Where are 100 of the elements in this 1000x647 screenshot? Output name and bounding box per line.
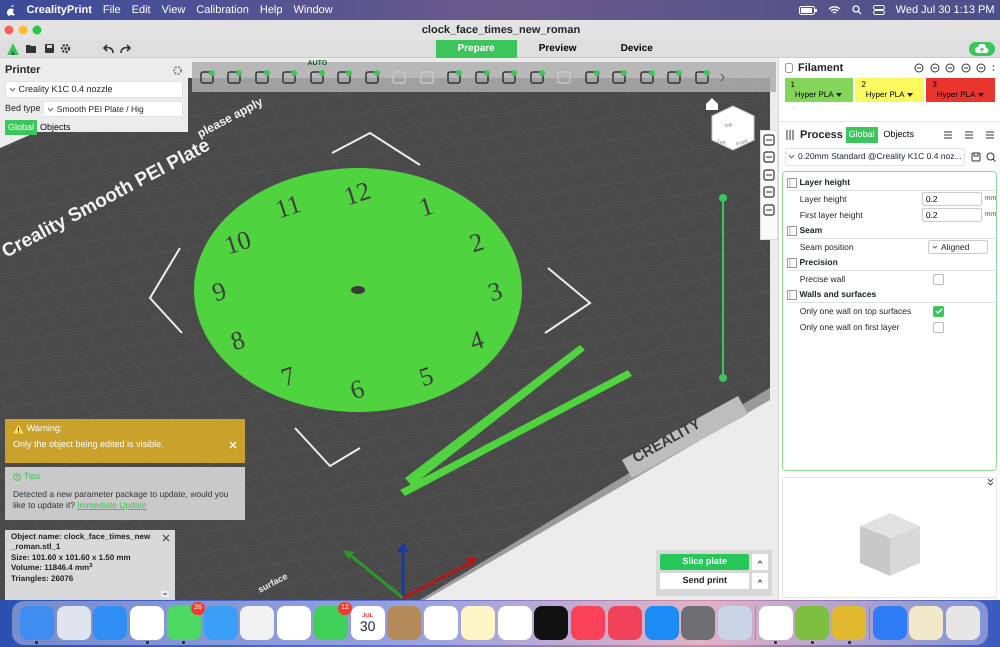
menubar-clock[interactable]: Wed Jul 30 1:13 PM <box>896 2 994 18</box>
chevron-down-icon <box>8 87 16 92</box>
clock-number: 10 <box>220 224 255 260</box>
clock-number: 8 <box>227 324 248 356</box>
chevron-right-icon[interactable] <box>720 72 726 82</box>
clock-number: 3 <box>484 276 506 308</box>
section-icon <box>786 226 797 236</box>
clock-number: 11 <box>272 189 305 224</box>
clock-number: 7 <box>278 360 299 392</box>
menu-item[interactable]: File <box>102 2 121 18</box>
close-icon[interactable] <box>162 534 170 542</box>
number-field[interactable]: 0.2 <box>922 192 982 206</box>
menu-item[interactable]: View <box>162 2 186 18</box>
calendar-day: 30 <box>360 619 376 633</box>
option-label: Only one wall on first layer <box>800 320 900 334</box>
clock-number: 9 <box>208 276 230 308</box>
filament-slot[interactable]: 3 Hyper PLA <box>926 78 995 102</box>
apple-logo-icon[interactable] <box>6 4 16 16</box>
caret-up-icon <box>757 578 764 583</box>
chevron-down-icon <box>47 106 54 112</box>
panel-title: Filament <box>798 60 844 76</box>
chevron-down-icon <box>788 154 796 159</box>
corner-bracket <box>544 267 592 334</box>
section-title: Layer height <box>800 176 850 189</box>
warning-message: Only the object being edited is visible. <box>13 438 164 452</box>
save-icon[interactable] <box>44 43 54 54</box>
scope-tab[interactable]: Objects <box>37 120 74 136</box>
redo-icon[interactable] <box>120 44 132 54</box>
view-cube-drawing[interactable] <box>712 105 754 151</box>
caret-up-icon <box>757 560 764 564</box>
menu-item[interactable]: Calibration <box>196 2 249 18</box>
section-title: Walls and surfaces <box>800 288 876 301</box>
filament-icon <box>784 63 792 73</box>
checkmark-icon <box>934 308 943 314</box>
undo-icon[interactable] <box>102 44 114 54</box>
minimize-icon[interactable] <box>161 591 169 597</box>
menu-item[interactable]: Help <box>260 2 282 18</box>
menu-item[interactable]: Window <box>294 2 333 18</box>
action-button[interactable]: Send print <box>660 572 750 589</box>
clock-number: 1 <box>416 190 437 222</box>
folder-icon[interactable] <box>25 43 38 54</box>
caret-down-icon <box>836 92 842 97</box>
corner-bracket <box>294 427 361 468</box>
wifi-icon[interactable] <box>828 5 841 15</box>
scope-tab[interactable]: Objects <box>880 127 917 142</box>
search-icon[interactable] <box>852 5 862 15</box>
field-label: Bed type <box>5 102 41 116</box>
expand-button[interactable] <box>752 554 768 570</box>
option-label: First layer height <box>800 208 864 222</box>
info-line: Object name: clock_face_times_new_roman.stl_1 <box>11 532 152 553</box>
section-icon <box>786 178 797 188</box>
checkbox[interactable] <box>933 306 944 316</box>
section-icon <box>786 290 797 300</box>
seam-select[interactable]: Aligned <box>928 240 988 254</box>
app-icon[interactable] <box>534 606 568 640</box>
section-icon <box>786 258 797 268</box>
tab[interactable]: Device <box>598 40 675 58</box>
bed-type-select[interactable]: Smooth PEI Plate / Hig <box>43 101 183 117</box>
caret-down-icon <box>978 92 984 97</box>
more-icon[interactable] <box>992 64 994 72</box>
option-label: Precise wall <box>800 272 846 286</box>
warning-icon <box>13 424 24 434</box>
battery-icon[interactable] <box>798 6 817 14</box>
sliders-icon <box>784 130 794 140</box>
section-title: Seam <box>800 224 822 237</box>
preset-select[interactable]: 0.20mm Standard @Creality K1C 0.4 noz... <box>784 148 966 166</box>
caret-down-icon <box>907 92 914 97</box>
collapse-icon[interactable] <box>986 478 994 486</box>
clock-number: 4 <box>466 324 488 356</box>
info-icon <box>13 472 21 481</box>
tab[interactable]: Preview <box>516 40 599 58</box>
clock-number: 6 <box>346 374 368 406</box>
panel-title: Printer <box>5 63 40 78</box>
info-line: Volume: 11846.4 mm$^{3}$ <box>11 563 94 574</box>
cloud-upload-icon <box>974 44 988 54</box>
tips-title: Tips <box>24 470 40 483</box>
save-icon[interactable] <box>970 152 981 162</box>
checkbox[interactable] <box>933 274 944 284</box>
chevron-down-icon <box>932 245 938 249</box>
control-center-icon[interactable] <box>872 5 885 15</box>
filament-slot[interactable]: 1 Hyper PLA <box>784 78 853 102</box>
number-field[interactable]: 0.2 <box>922 208 982 222</box>
warning-title: Warning: <box>26 422 62 435</box>
info-line: Triangles: 26076 <box>11 574 74 584</box>
app-menu[interactable]: CrealityPrint <box>26 2 92 18</box>
home-icon[interactable] <box>706 98 718 110</box>
tips-message: Detected a new parameter package to update, would you like to update it? Immediate Update <box>13 489 230 510</box>
center-hole-icon <box>351 286 365 294</box>
window-title: clock_face_times_new_roman <box>420 22 582 38</box>
clock-number: 12 <box>340 176 374 212</box>
clock-number: 2 <box>466 226 488 258</box>
logo-icon[interactable] <box>6 42 20 56</box>
menu-item[interactable]: Edit <box>132 2 151 18</box>
printer-select[interactable]: Creality K1C 0.4 nozzle <box>5 81 183 98</box>
option-label: Layer height <box>800 192 848 206</box>
option-label: Only one wall on top surfaces <box>800 304 912 318</box>
filament-slot[interactable]: 2 Hyper PLA <box>855 78 924 102</box>
expand-button[interactable] <box>752 572 768 589</box>
search-icon[interactable] <box>986 152 996 162</box>
checkbox[interactable] <box>933 322 944 332</box>
